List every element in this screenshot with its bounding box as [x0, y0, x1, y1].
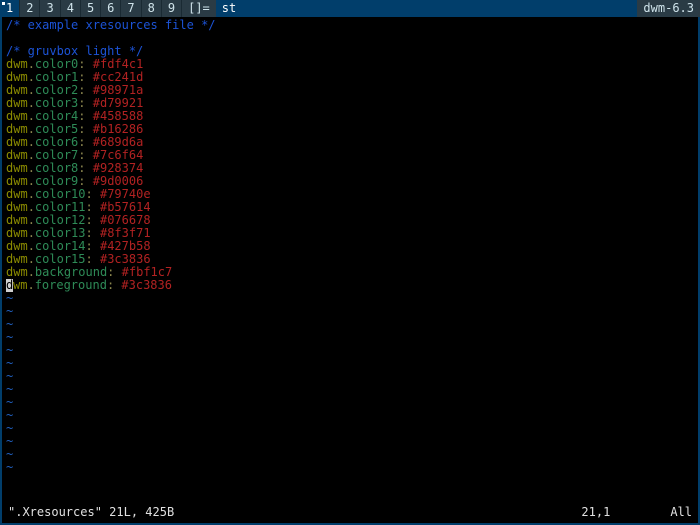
vim-status-line: ".Xresources" 21L, 425B 21,1 All	[8, 506, 692, 519]
dwm-layout-symbol[interactable]: []=	[182, 0, 216, 17]
editor-line: ~	[6, 331, 694, 344]
editor-line: ~	[6, 422, 694, 435]
dwm-tag-1[interactable]: 1	[0, 0, 20, 17]
dwm-tag-5[interactable]: 5	[81, 0, 101, 17]
editor-line: ~	[6, 435, 694, 448]
dwm-tag-7[interactable]: 7	[121, 0, 141, 17]
vim-status-file: ".Xresources" 21L, 425B	[8, 506, 174, 519]
dwm-tag-8[interactable]: 8	[142, 0, 162, 17]
editor-line: ~	[6, 318, 694, 331]
editor-line: dwm.foreground: #3c3836	[6, 279, 694, 292]
editor-line: ~	[6, 383, 694, 396]
dwm-tag-4[interactable]: 4	[61, 0, 81, 17]
dwm-tag-6[interactable]: 6	[101, 0, 121, 17]
editor-buffer: /* example xresources file */ /* gruvbox…	[6, 19, 694, 474]
dwm-tag-9[interactable]: 9	[162, 0, 182, 17]
editor-line: ~	[6, 409, 694, 422]
editor-line: ~	[6, 370, 694, 383]
terminal-editor[interactable]: /* example xresources file */ /* gruvbox…	[0, 17, 700, 525]
dwm-tags: 123456789	[0, 0, 182, 17]
editor-line: /* example xresources file */	[6, 19, 694, 32]
vim-status-pos: 21,1	[581, 506, 670, 519]
editor-line: ~	[6, 448, 694, 461]
editor-line: ~	[6, 396, 694, 409]
dwm-bar: 123456789 []= st dwm-6.3	[0, 0, 700, 17]
dwm-status-text: dwm-6.3	[637, 0, 700, 17]
dwm-tag-3[interactable]: 3	[40, 0, 60, 17]
editor-line: ~	[6, 461, 694, 474]
dwm-tag-2[interactable]: 2	[20, 0, 40, 17]
editor-line: ~	[6, 305, 694, 318]
editor-line: ~	[6, 357, 694, 370]
dwm-window-title: st	[216, 0, 638, 17]
editor-line: ~	[6, 344, 694, 357]
editor-line: ~	[6, 292, 694, 305]
vim-status-scroll: All	[670, 506, 692, 519]
